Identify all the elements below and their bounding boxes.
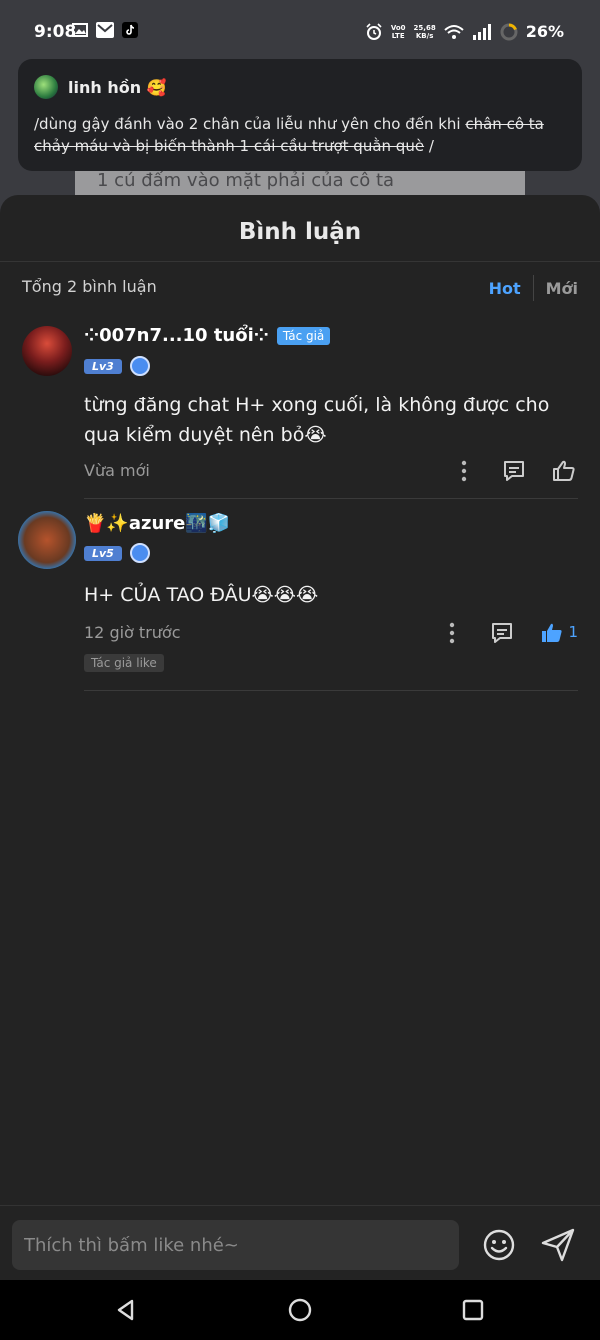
wifi-icon [444, 24, 464, 39]
sort-hot-tab[interactable]: Hot [489, 279, 521, 298]
more-options-icon[interactable] [450, 457, 478, 485]
level-badge: Lv3 [84, 358, 122, 374]
comment-time: 12 giờ trước [84, 623, 181, 642]
sheet-title: Bình luận [0, 195, 600, 262]
comment-text: H+ CỦA TAO ĐÂU😭😭😭 [84, 584, 319, 606]
sort-new-tab[interactable]: Mới [546, 279, 578, 298]
avatar[interactable] [22, 326, 72, 376]
signal-icon [472, 23, 491, 40]
battery-icon [500, 23, 518, 40]
comment-text: từng đăng chat H+ xong cuối, là không đư… [84, 394, 550, 446]
recents-icon[interactable] [461, 1298, 485, 1322]
verified-badge-icon [129, 356, 150, 376]
comment-input-bar [0, 1205, 600, 1280]
like-icon[interactable] [550, 457, 578, 485]
comment-total: Tổng 2 bình luận [22, 277, 157, 296]
level-badge: Lv5 [84, 545, 122, 561]
verified-badge-icon [129, 543, 150, 563]
author-liked-tag: Tác giả like [84, 654, 164, 672]
reply-icon[interactable] [488, 619, 516, 647]
volte-icon: Vo0 LTE [390, 23, 406, 40]
comments-toolbar: Tổng 2 bình luận Hot Mới [0, 262, 600, 310]
sort-options: Hot Mới [489, 275, 578, 301]
avatar[interactable] [18, 511, 76, 569]
notification-sender: linh hồn 🥰 [68, 77, 167, 97]
story-text-strip: 1 cú đấm vào mặt phải của cô ta [75, 168, 525, 198]
comment-time: Vừa mới [84, 461, 150, 480]
comment-divider [84, 498, 578, 499]
mail-icon [96, 22, 114, 38]
emoji-icon[interactable] [482, 1228, 516, 1262]
gallery-icon [72, 23, 88, 37]
message-end-text: / [424, 137, 434, 155]
alarm-icon [366, 22, 382, 40]
like-icon[interactable] [538, 619, 566, 647]
message-plain-text: /dùng gậy đánh vào 2 chân của liễu như y… [34, 115, 466, 133]
status-time: 9:08 [34, 22, 77, 42]
author-tag: Tác giả [276, 326, 331, 345]
reply-icon[interactable] [500, 457, 528, 485]
net-speed: 25,68 KB/s [413, 23, 436, 40]
message-notification[interactable]: linh hồn 🥰 /dùng gậy đánh vào 2 chân của… [18, 59, 582, 171]
tiktok-icon [122, 22, 138, 38]
sender-avatar [34, 75, 58, 99]
system-nav-bar [0, 1280, 600, 1340]
status-bar: 9:08 Vo0 LTE 25,68 KB/s 26% [0, 0, 600, 66]
send-icon[interactable] [540, 1228, 576, 1262]
like-count: 1 [568, 623, 578, 641]
more-options-icon[interactable] [438, 619, 466, 647]
sort-divider [532, 275, 534, 301]
commenter-name[interactable]: 🍟✨azure🌃🧊 [84, 513, 230, 534]
back-icon[interactable] [114, 1298, 138, 1322]
notification-message: /dùng gậy đánh vào 2 chân của liễu như y… [34, 113, 566, 157]
battery-percent: 26% [525, 22, 564, 41]
comment-divider [84, 690, 578, 691]
comments-sheet: Bình luận Tổng 2 bình luận Hot Mới ⁘007n… [0, 195, 600, 1280]
comment-input[interactable] [12, 1220, 459, 1270]
home-icon[interactable] [288, 1298, 312, 1322]
commenter-name[interactable]: ⁘007n7...10 tuổi⁘ [84, 325, 269, 346]
